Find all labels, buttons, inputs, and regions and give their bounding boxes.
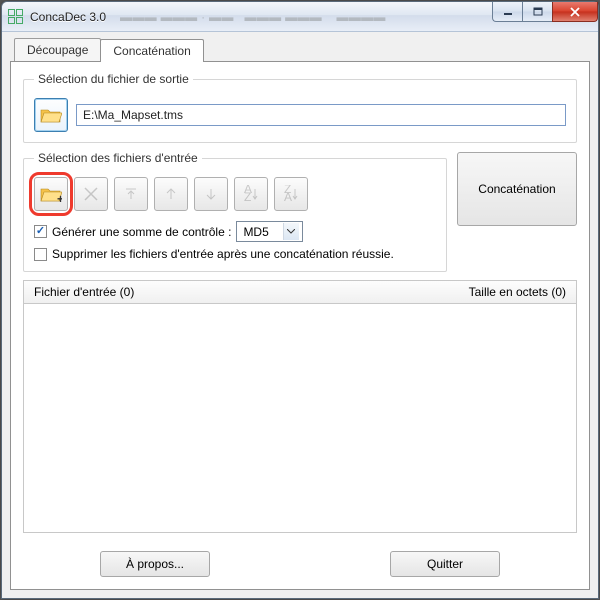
chevron-down-icon	[283, 223, 299, 240]
folder-add-icon: +	[40, 185, 62, 203]
svg-text:+: +	[57, 192, 62, 203]
arrow-down-icon	[202, 185, 220, 203]
delete-after-label: Supprimer les fichiers d'entrée après un…	[52, 247, 394, 261]
checksum-label: Générer une somme de contrôle :	[52, 225, 231, 239]
move-down-button[interactable]	[194, 177, 228, 211]
app-icon	[8, 9, 24, 25]
output-file-group: Sélection du fichier de sortie E:\Ma_Map…	[23, 72, 577, 143]
remove-icon	[82, 185, 100, 203]
checksum-checkbox[interactable]	[34, 225, 47, 238]
about-button[interactable]: À propos...	[100, 551, 210, 577]
tab-decoupage[interactable]: Découpage	[14, 38, 101, 61]
file-list-header: Fichier d'entrée (0) Taille en octets (0…	[23, 280, 577, 304]
sort-desc-icon: ZA	[282, 185, 300, 203]
checksum-value: MD5	[243, 225, 268, 239]
sort-desc-button[interactable]: ZA	[274, 177, 308, 211]
col-file-header[interactable]: Fichier d'entrée (0)	[34, 285, 134, 299]
sort-asc-icon: AZ	[242, 185, 260, 203]
file-list-body[interactable]	[23, 304, 577, 533]
input-files-group: Sélection des fichiers d'entrée 5 + AZ Z…	[23, 151, 447, 272]
arrow-up-icon	[162, 185, 180, 203]
svg-text:A: A	[284, 190, 292, 203]
quit-button[interactable]: Quitter	[390, 551, 500, 577]
folder-icon	[40, 106, 62, 124]
tab-page-concatenation: Sélection du fichier de sortie E:\Ma_Map…	[10, 61, 590, 590]
window-title: ConcaDec 3.0	[30, 10, 106, 24]
output-legend: Sélection du fichier de sortie	[34, 72, 193, 86]
move-top-icon	[122, 185, 140, 203]
app-window: ConcaDec 3.0 ▬▬▬ ▬▬▬ · ▬▬ ▬▬▬ ▬▬▬ ▬▬▬▬ D…	[1, 1, 599, 599]
tab-bar: Découpage Concaténation	[10, 38, 590, 61]
sort-asc-button[interactable]: AZ	[234, 177, 268, 211]
browse-output-button[interactable]	[34, 98, 68, 132]
move-up-button[interactable]	[154, 177, 188, 211]
svg-text:Z: Z	[244, 190, 251, 203]
col-size-header[interactable]: Taille en octets (0)	[469, 285, 566, 299]
checksum-select[interactable]: MD5	[236, 221, 302, 242]
minimize-button[interactable]	[492, 2, 522, 22]
concatenate-button[interactable]: Concaténation	[457, 152, 577, 226]
maximize-button[interactable]	[522, 2, 552, 22]
input-legend: Sélection des fichiers d'entrée	[34, 151, 202, 165]
close-button[interactable]	[552, 2, 598, 22]
titlebar-blur: ▬▬▬ ▬▬▬ · ▬▬ ▬▬▬ ▬▬▬ ▬▬▬▬	[120, 10, 386, 24]
output-path-field[interactable]: E:\Ma_Mapset.tms	[76, 104, 566, 126]
remove-file-button[interactable]	[74, 177, 108, 211]
move-top-button[interactable]	[114, 177, 148, 211]
titlebar[interactable]: ConcaDec 3.0 ▬▬▬ ▬▬▬ · ▬▬ ▬▬▬ ▬▬▬ ▬▬▬▬	[2, 2, 598, 32]
delete-after-checkbox[interactable]	[34, 248, 47, 261]
add-files-button[interactable]: +	[34, 177, 68, 211]
tab-concatenation[interactable]: Concaténation	[100, 39, 203, 62]
